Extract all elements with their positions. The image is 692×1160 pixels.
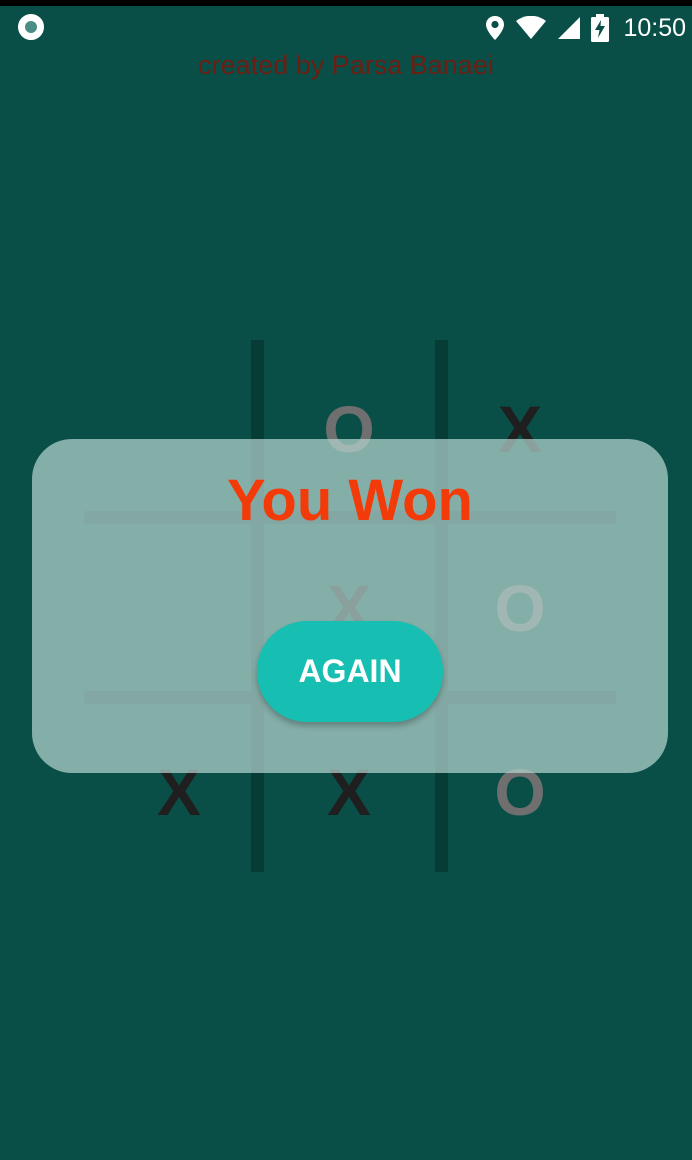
- status-icons: 10:50: [485, 6, 686, 50]
- battery-charging-icon: [591, 14, 610, 42]
- win-dialog: You Won AGAIN: [32, 439, 668, 773]
- record-icon: [18, 14, 44, 40]
- status-time: 10:50: [623, 13, 686, 42]
- wifi-icon: [515, 16, 547, 40]
- location-icon: [485, 15, 505, 41]
- credit-text: created by Parsa Banaei: [198, 50, 494, 80]
- status-bar: 10:50: [0, 6, 692, 50]
- again-button[interactable]: AGAIN: [257, 621, 443, 722]
- signal-icon: [557, 16, 581, 40]
- dialog-title: You Won: [227, 468, 473, 533]
